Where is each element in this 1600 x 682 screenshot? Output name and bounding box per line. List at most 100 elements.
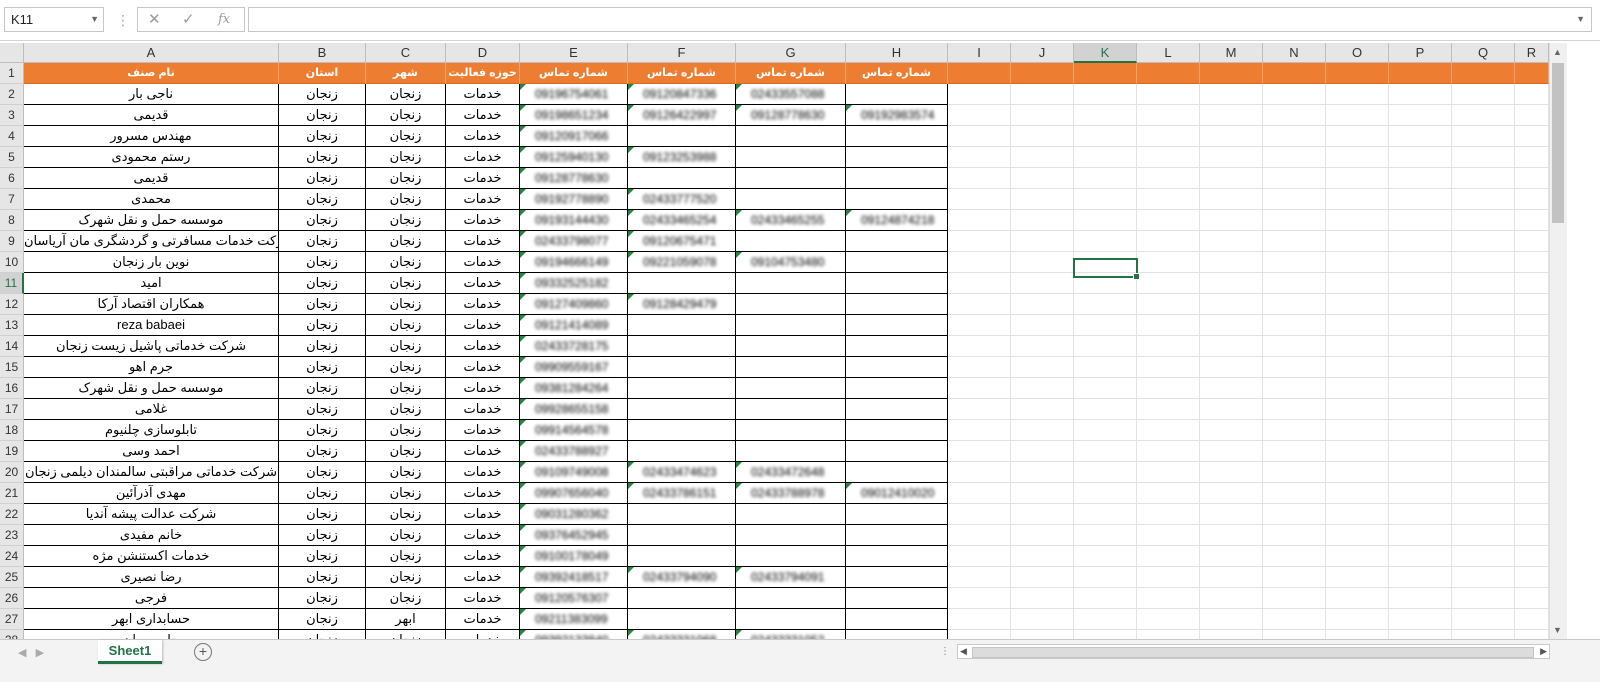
empty-cell[interactable] [1137,420,1200,441]
empty-cell[interactable] [1263,609,1326,630]
empty-cell[interactable] [1200,252,1263,273]
table-cell[interactable]: خدمات [446,441,520,462]
empty-cell[interactable] [1263,378,1326,399]
empty-cell[interactable] [1389,588,1452,609]
empty-cell[interactable] [1137,588,1200,609]
empty-cell[interactable] [948,399,1011,420]
table-cell[interactable]: زنجان [366,420,446,441]
table-cell[interactable]: موسسه حمل و نقل شهرک [24,210,279,231]
sheet-tab-sheet1[interactable]: Sheet1 [98,640,162,664]
row-header[interactable]: 5 [0,147,24,168]
empty-cell[interactable] [1326,147,1389,168]
table-cell[interactable] [846,294,948,315]
horizontal-scrollbar[interactable]: ◀ ▶ [957,644,1550,659]
empty-cell[interactable] [1452,168,1515,189]
table-cell[interactable]: قدیمی [24,168,279,189]
name-box[interactable]: K11 ▼ [4,7,104,32]
table-cell[interactable] [846,147,948,168]
empty-cell[interactable] [948,273,1011,294]
empty-cell[interactable] [1263,336,1326,357]
insert-function-icon[interactable]: fx [218,10,230,30]
table-cell[interactable]: زنجان [366,273,446,294]
empty-cell[interactable] [1074,84,1137,105]
table-cell[interactable] [628,336,736,357]
empty-cell[interactable] [1326,273,1389,294]
empty-cell[interactable] [1515,273,1549,294]
scroll-down-icon[interactable]: ▼ [1553,625,1562,635]
column-header-k[interactable]: K [1074,43,1137,63]
empty-cell[interactable] [1011,462,1074,483]
empty-cell[interactable] [1326,420,1389,441]
table-cell[interactable]: مهندس مسرور [24,126,279,147]
table-cell[interactable]: reza babaei [24,315,279,336]
header-fill-cell[interactable] [1389,63,1452,84]
table-cell[interactable]: 09104753480 [736,252,846,273]
table-cell[interactable] [628,378,736,399]
empty-cell[interactable] [1389,147,1452,168]
column-header-q[interactable]: Q [1452,43,1515,63]
table-cell[interactable]: 02433777520 [628,189,736,210]
table-cell[interactable]: زنجان [366,105,446,126]
empty-cell[interactable] [1137,378,1200,399]
empty-cell[interactable] [1263,168,1326,189]
table-cell[interactable]: 02433465255 [736,210,846,231]
tab-split-handle-icon[interactable]: ⋮ [940,646,950,657]
empty-cell[interactable] [1515,336,1549,357]
table-cell[interactable]: ناجی بار [24,84,279,105]
row-header[interactable]: 16 [0,378,24,399]
table-cell[interactable]: زنجان [366,84,446,105]
table-cell[interactable]: 02433794091 [736,567,846,588]
table-cell[interactable]: نوین بار زنجان [24,252,279,273]
empty-cell[interactable] [1263,462,1326,483]
table-cell[interactable]: 09221059078 [628,252,736,273]
empty-cell[interactable] [1200,462,1263,483]
table-cell[interactable]: شرکت خدماتی مراقبتی سالمندان دیلمی زنجان [24,462,279,483]
table-cell[interactable]: زنجان [366,189,446,210]
horizontal-scroll-thumb[interactable] [972,647,1534,658]
empty-cell[interactable] [1452,336,1515,357]
table-cell[interactable]: خدمات [446,336,520,357]
table-cell[interactable]: 09194666149 [520,252,628,273]
empty-cell[interactable] [1452,420,1515,441]
table-cell[interactable]: زنجان [279,462,366,483]
column-header-e[interactable]: E [520,43,628,63]
table-cell[interactable]: زنجان [279,399,366,420]
table-cell[interactable]: زنجان [279,126,366,147]
empty-cell[interactable] [1011,399,1074,420]
table-cell[interactable]: خدمات [446,588,520,609]
table-cell[interactable]: زنجان [366,567,446,588]
scroll-up-icon[interactable]: ▲ [1553,47,1562,57]
table-cell[interactable]: 09909559167 [520,357,628,378]
empty-cell[interactable] [1011,357,1074,378]
header-cell[interactable]: نام صنف [24,63,279,84]
empty-cell[interactable] [1326,105,1389,126]
empty-cell[interactable] [1326,567,1389,588]
empty-cell[interactable] [1389,168,1452,189]
empty-cell[interactable] [948,252,1011,273]
header-cell[interactable]: شماره تماس [520,63,628,84]
table-cell[interactable] [846,231,948,252]
empty-cell[interactable] [1074,504,1137,525]
table-cell[interactable]: خدمات [446,483,520,504]
empty-cell[interactable] [1137,336,1200,357]
table-cell[interactable]: 02433557088 [736,84,846,105]
table-cell[interactable] [628,420,736,441]
empty-cell[interactable] [1515,609,1549,630]
table-cell[interactable] [628,399,736,420]
table-cell[interactable]: زنجان [366,399,446,420]
empty-cell[interactable] [1515,294,1549,315]
table-cell[interactable] [628,168,736,189]
table-cell[interactable]: زنجان [279,84,366,105]
empty-cell[interactable] [1011,147,1074,168]
table-cell[interactable]: زنجان [279,105,366,126]
empty-cell[interactable] [1137,252,1200,273]
row-header[interactable]: 3 [0,105,24,126]
table-cell[interactable] [628,357,736,378]
add-sheet-button[interactable]: + [194,643,212,661]
table-cell[interactable]: زنجان [279,546,366,567]
empty-cell[interactable] [1200,504,1263,525]
table-cell[interactable] [736,231,846,252]
table-cell[interactable] [628,126,736,147]
empty-cell[interactable] [1515,105,1549,126]
empty-cell[interactable] [1074,525,1137,546]
